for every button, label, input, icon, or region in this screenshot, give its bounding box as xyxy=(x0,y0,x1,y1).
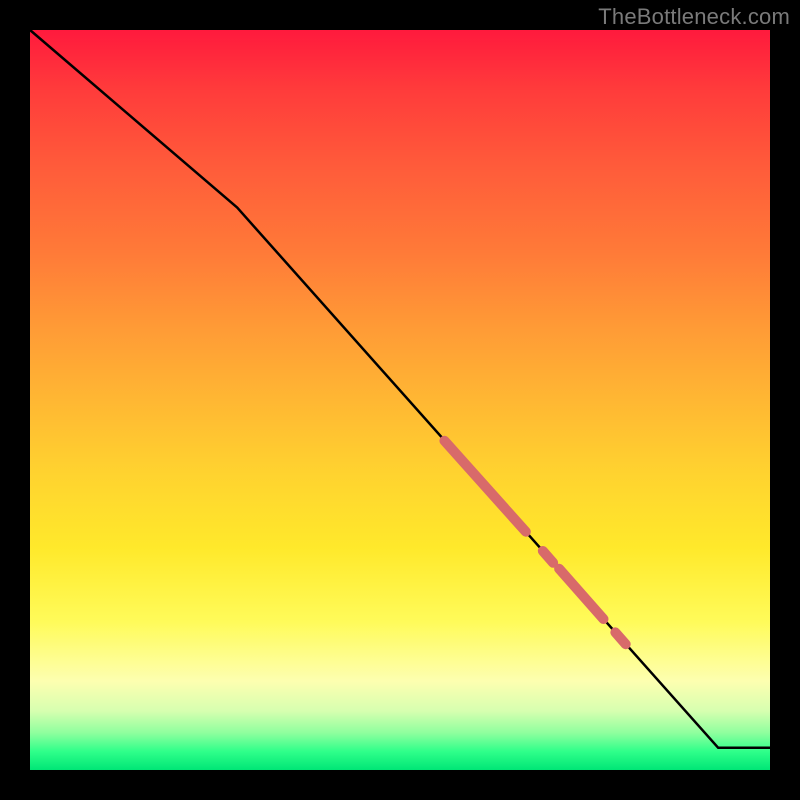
line-series xyxy=(30,30,770,748)
accent-segment xyxy=(559,569,603,619)
accent-segment xyxy=(543,551,553,563)
chart-container: TheBottleneck.com xyxy=(0,0,800,800)
plot-svg xyxy=(30,30,770,770)
accent-segment xyxy=(615,632,625,644)
accent-segment xyxy=(444,441,525,532)
watermark-text: TheBottleneck.com xyxy=(598,4,790,30)
plot-area xyxy=(30,30,770,770)
main-line xyxy=(30,30,770,748)
